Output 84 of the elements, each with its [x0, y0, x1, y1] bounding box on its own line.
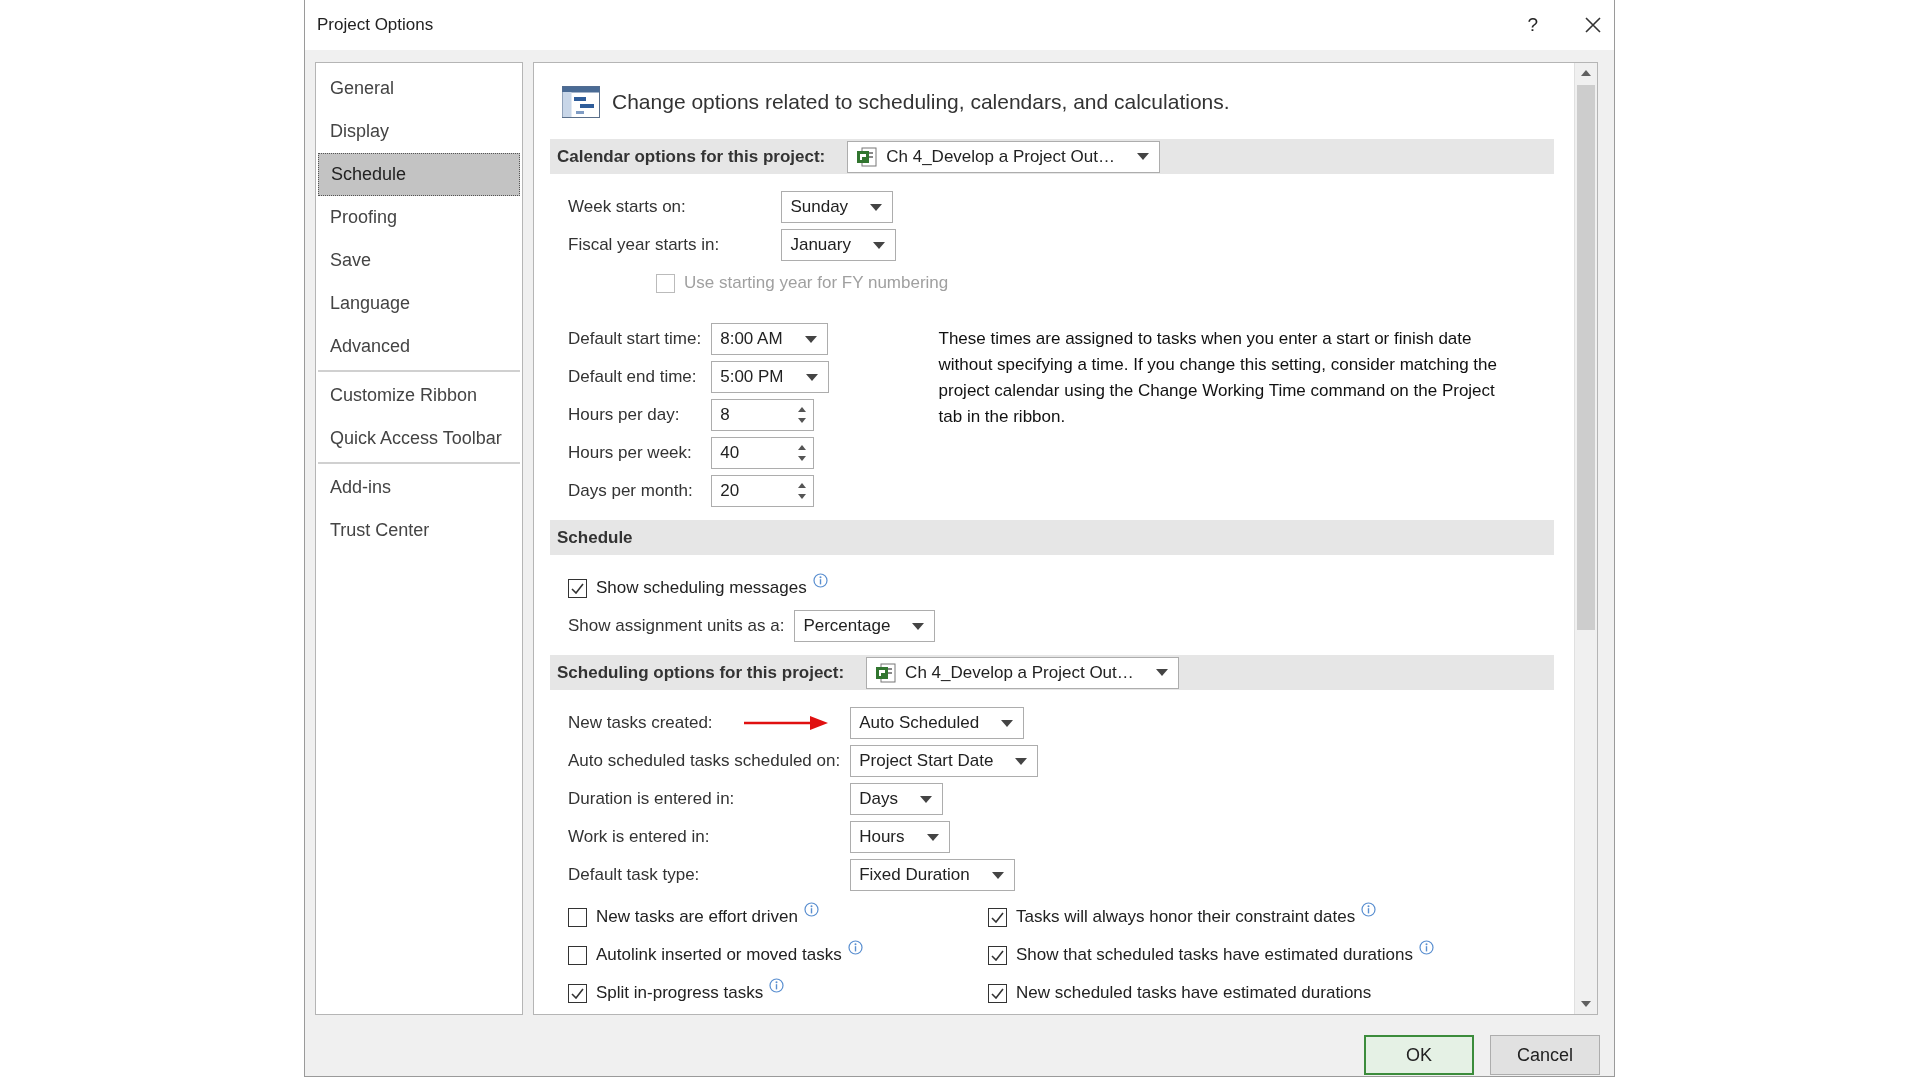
field-label: Work is entered in:: [568, 827, 710, 847]
field-label: Default task type:: [568, 865, 700, 885]
checkbox[interactable]: [568, 578, 587, 598]
spin-field[interactable]: 20: [711, 475, 815, 507]
checkbox[interactable]: [568, 907, 587, 927]
field-label: Default start time:: [568, 329, 702, 349]
dropdown[interactable]: Ch 4_Develop a Project Out…: [847, 140, 1160, 173]
sidebar-item[interactable]: Schedule: [318, 153, 520, 196]
caret-icon: [805, 373, 818, 381]
scrollbar-thumb[interactable]: [1577, 85, 1595, 630]
note-text: These times are assigned to tasks when you enter a start or finish date without specifying a time. If you change this setting, consider matching the project calendar using the Change Working Time command on the Project tab in the ribbon.: [938, 328, 1498, 428]
gantt-chart-icon: [562, 86, 600, 118]
checkbox[interactable]: [568, 983, 587, 1003]
project-file-icon: [875, 661, 898, 684]
spin-field[interactable]: 8: [711, 399, 815, 431]
dropdown[interactable]: 8:00 AM: [711, 323, 828, 355]
checkbox-label: Show scheduling messages: [596, 578, 807, 598]
dropdown[interactable]: Percentage: [794, 610, 936, 642]
checkbox-label: Use starting year for FY numbering: [684, 273, 949, 293]
sidebar-item[interactable]: Save: [318, 239, 520, 282]
spin-field[interactable]: 40: [711, 437, 815, 469]
sidebar-item[interactable]: General: [318, 67, 520, 110]
caret-icon: [926, 833, 939, 841]
checkbox-label: New scheduled tasks have estimated durations: [1016, 983, 1372, 1003]
cancel-button[interactable]: Cancel: [1490, 1035, 1600, 1075]
section-header: Calendar options for this project: Ch 4_Develop a Project Out…: [550, 139, 1554, 174]
caret-icon: [912, 622, 925, 630]
sidebar-item[interactable]: Advanced: [318, 325, 520, 368]
spin-arrows-icon: [797, 405, 808, 425]
field-label: Show assignment units as a:: [568, 616, 785, 636]
field-label: Week starts on:: [568, 197, 686, 217]
section-header: Scheduling options for this project: Ch 4_Develop a Project Out…: [550, 655, 1554, 690]
field-label: New tasks created:: [568, 713, 713, 733]
caret-icon: [1015, 757, 1028, 765]
sidebar-item[interactable]: Proofing: [318, 196, 520, 239]
sidebar-item[interactable]: Quick Access Toolbar: [318, 417, 520, 460]
field-label: Fiscal year starts in:: [568, 235, 720, 255]
project-file-icon: [856, 145, 879, 168]
caret-icon: [1001, 719, 1014, 727]
dropdown[interactable]: Project Start Date: [850, 745, 1039, 777]
field-label: Auto scheduled tasks scheduled on:: [568, 751, 841, 771]
dropdown[interactable]: Auto Scheduled: [850, 707, 1025, 739]
checkbox-label: Split in-progress tasks: [596, 983, 764, 1003]
field-label: Hours per week:: [568, 443, 692, 463]
dropdown[interactable]: Hours: [850, 821, 950, 853]
field-label: Hours per day:: [568, 405, 680, 425]
sidebar-item[interactable]: Trust Center: [318, 509, 520, 552]
caret-icon: [1136, 153, 1149, 160]
caret-icon: [1155, 669, 1168, 676]
caret-icon: [804, 335, 817, 343]
caret-icon: [919, 795, 932, 803]
field-label: Days per month:: [568, 481, 693, 501]
header-text: Change options related to scheduling, calendars, and calculations.: [612, 90, 1230, 114]
caret-icon: [872, 241, 885, 249]
dropdown[interactable]: Fixed Duration: [850, 859, 1015, 891]
spin-arrows-icon: [797, 443, 808, 463]
field-label: Default end time:: [568, 367, 697, 387]
caret-icon: [870, 203, 883, 211]
caret-icon: [991, 871, 1004, 879]
section-header: Schedule: [550, 520, 1554, 555]
dropdown[interactable]: Ch 4_Develop a Project Out…: [866, 656, 1179, 689]
checkbox-label: Tasks will always honor their constraint dates: [1016, 907, 1356, 927]
checkbox[interactable]: [568, 945, 587, 965]
sidebar-item[interactable]: Display: [318, 110, 520, 153]
checkbox[interactable]: [988, 983, 1007, 1003]
dropdown[interactable]: January: [781, 229, 896, 261]
close-icon[interactable]: [1584, 16, 1602, 34]
scrollbar[interactable]: [1574, 63, 1597, 1014]
checkbox-label: New tasks are effort driven: [596, 907, 798, 927]
dropdown[interactable]: 5:00 PM: [711, 361, 829, 393]
ok-button[interactable]: OK: [1364, 1035, 1474, 1075]
help-button[interactable]: ?: [1527, 14, 1538, 36]
checkbox[interactable]: [988, 907, 1007, 927]
checkbox[interactable]: [988, 945, 1007, 965]
sidebar-item[interactable]: Customize Ribbon: [318, 374, 520, 417]
dropdown[interactable]: Sunday: [781, 191, 894, 223]
window-title: Project Options: [317, 15, 435, 35]
sidebar-item[interactable]: Add-ins: [318, 466, 520, 509]
checkbox-label: Autolink inserted or moved tasks: [596, 945, 842, 965]
spin-arrows-icon: [797, 481, 808, 501]
field-label: Duration is entered in:: [568, 789, 735, 809]
checkbox-label: Show that scheduled tasks have estimated durations: [1016, 945, 1413, 965]
sidebar-item[interactable]: Language: [318, 282, 520, 325]
dropdown[interactable]: Days: [850, 783, 943, 815]
